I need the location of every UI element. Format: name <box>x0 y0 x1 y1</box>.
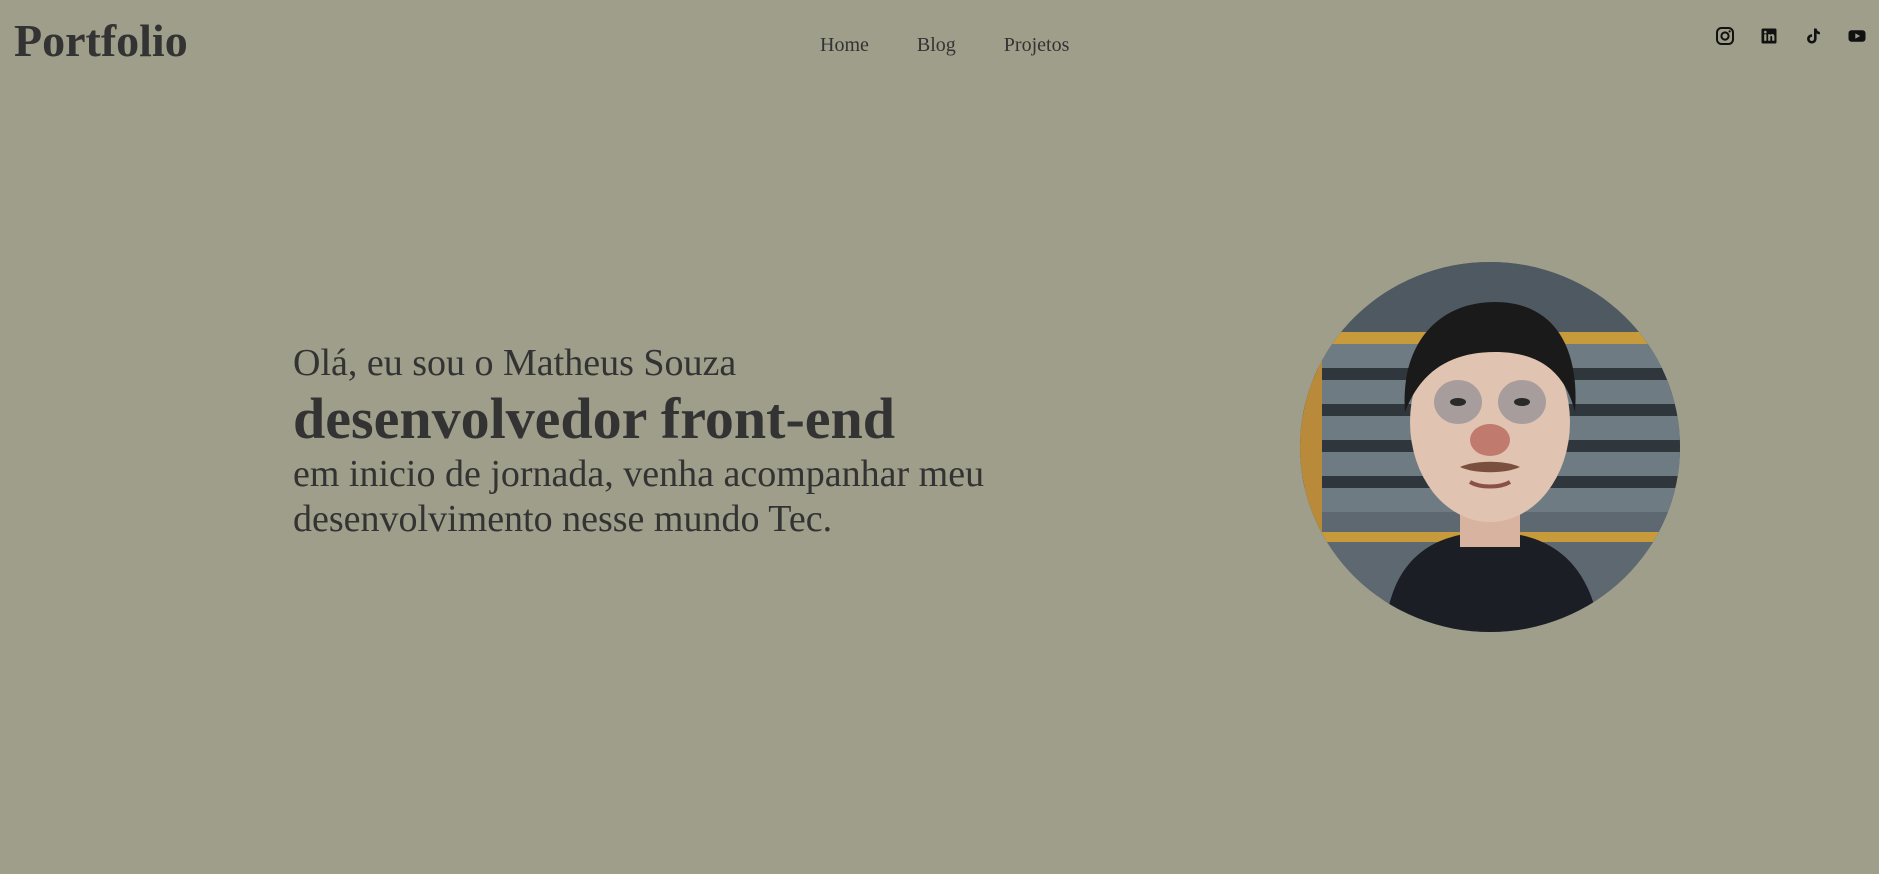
nav-blog-link[interactable]: Blog <box>917 30 956 60</box>
instagram-icon[interactable] <box>1715 26 1735 46</box>
profile-photo-illustration <box>1300 262 1680 632</box>
site-logo[interactable]: Portfolio <box>14 12 188 70</box>
hero-section: Olá, eu sou o Matheus Souza desenvolvedo… <box>293 340 993 542</box>
linkedin-icon[interactable] <box>1759 26 1779 46</box>
main-nav: Home Blog Projetos <box>820 30 1069 60</box>
hero-greeting: Olá, eu sou o Matheus Souza <box>293 342 737 384</box>
youtube-icon[interactable] <box>1847 26 1867 46</box>
hero-description: em inicio de jornada, venha acompanhar m… <box>293 453 985 540</box>
hero-role: desenvolvedor front-end <box>293 386 896 451</box>
nav-projects-link[interactable]: Projetos <box>1004 30 1070 60</box>
social-links <box>1715 26 1867 46</box>
nav-home-link[interactable]: Home <box>820 30 869 60</box>
tiktok-icon[interactable] <box>1803 26 1823 46</box>
page: Portfolio Home Blog Projetos Olá, eu sou… <box>0 0 1879 874</box>
profile-photo <box>1300 262 1680 632</box>
